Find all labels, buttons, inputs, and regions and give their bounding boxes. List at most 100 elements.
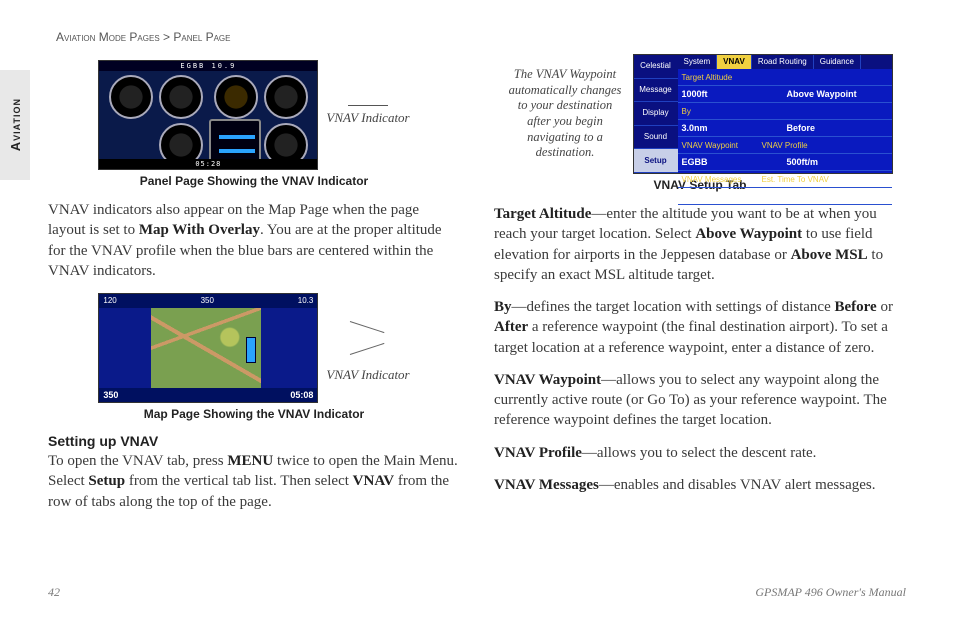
field-value: 04:22 bbox=[787, 188, 892, 204]
ete-dest-value: 05:08 bbox=[290, 388, 313, 402]
map-with-overlay-term: Map With Overlay bbox=[139, 222, 260, 238]
term: VNAV Profile bbox=[494, 445, 582, 461]
table-row: On04:22 bbox=[678, 188, 892, 205]
left-column: EGBB 10.9 05:28 VNAV Indicator Panel Pag… bbox=[48, 54, 460, 524]
leader-lines-icon bbox=[350, 313, 386, 363]
field-value: EGBB bbox=[678, 154, 787, 170]
term: Target Altitude bbox=[494, 206, 591, 222]
t: —enables and disables VNAV alert message… bbox=[599, 477, 876, 493]
menu-key-term: MENU bbox=[227, 453, 273, 469]
vnav-setup-screenshot: Celestial Message Display Sound Setup Sy… bbox=[633, 54, 893, 174]
field-label: VNAV Profile bbox=[758, 137, 838, 153]
side-tab-item: Sound bbox=[634, 126, 678, 150]
manual-page: Aviation Aviation Mode Pages > Panel Pag… bbox=[0, 0, 954, 618]
airspeed-gauge-icon bbox=[109, 75, 153, 119]
field-label: VNAV Messages bbox=[678, 171, 758, 187]
table-row: VNAV MessagesEst. Time To VNAV bbox=[678, 171, 892, 188]
def-target-altitude: Target Altitude—enter the altitude you w… bbox=[494, 204, 906, 285]
right-column: The VNAV Waypoint automatically changes … bbox=[494, 54, 906, 524]
term: Before bbox=[835, 299, 877, 315]
top-tab-item: Road Routing bbox=[752, 55, 814, 69]
def-vnav-profile: VNAV Profile—allows you to select the de… bbox=[494, 443, 906, 463]
map-page-screenshot: 120 350 10.3 350 05:08 bbox=[98, 293, 318, 403]
field-label: By bbox=[678, 103, 758, 119]
field-value: 1000ft bbox=[678, 86, 787, 102]
field-value: 500ft/m bbox=[787, 154, 892, 170]
setup-top-tabs: System VNAV Road Routing Guidance bbox=[678, 55, 892, 69]
dist-next-value: 10.3 bbox=[298, 294, 314, 308]
t: a reference waypoint (the final destinat… bbox=[494, 319, 888, 355]
field-label: VNAV Waypoint bbox=[678, 137, 758, 153]
top-tab-item: System bbox=[678, 55, 718, 69]
field-value: Before bbox=[787, 120, 892, 136]
panel-bottom-time: 05:28 bbox=[99, 159, 317, 169]
map-left-strip bbox=[99, 294, 151, 402]
speed-value: 120 bbox=[103, 294, 116, 308]
figure-panel-page: EGBB 10.9 05:28 VNAV Indicator bbox=[48, 60, 460, 170]
panel-page-screenshot: EGBB 10.9 05:28 bbox=[98, 60, 318, 170]
table-row: VNAV WaypointVNAV Profile bbox=[678, 137, 892, 154]
field-label: Est. Time To VNAV bbox=[758, 171, 838, 187]
section-side-tab: Aviation bbox=[0, 70, 30, 180]
breadcrumb: Aviation Mode Pages > Panel Page bbox=[48, 30, 906, 44]
map-right-strip bbox=[261, 294, 317, 402]
figure-map-caption: Map Page Showing the VNAV Indicator bbox=[48, 407, 460, 421]
manual-title: GPSMAP 496 Owner's Manual bbox=[755, 585, 906, 600]
def-vnav-waypoint: VNAV Waypoint—allows you to select any w… bbox=[494, 370, 906, 431]
figure-map-page: 120 350 10.3 350 05:08 VNAV Indicator bbox=[48, 293, 460, 403]
term: VNAV Waypoint bbox=[494, 372, 601, 388]
field-value: Above Waypoint bbox=[787, 86, 892, 102]
paragraph-overlay: VNAV indicators also appear on the Map P… bbox=[48, 200, 460, 281]
t: or bbox=[877, 299, 893, 315]
table-row: 1000ftAbove Waypoint bbox=[678, 86, 892, 103]
panel-topbar: EGBB 10.9 bbox=[99, 61, 317, 71]
setup-fields-grid: Target Altitude 1000ftAbove Waypoint By … bbox=[678, 69, 892, 173]
map-top-fields: 120 350 10.3 bbox=[99, 294, 317, 308]
t: To open the VNAV tab, press bbox=[48, 453, 227, 469]
page-footer: 42 GPSMAP 496 Owner's Manual bbox=[48, 585, 906, 600]
setup-term: Setup bbox=[88, 473, 125, 489]
def-by: By—defines the target location with sett… bbox=[494, 297, 906, 358]
callout-leader: VNAV Indicator bbox=[326, 105, 409, 126]
side-tab-item-selected: Setup bbox=[634, 149, 678, 173]
figure-vnav-setup: The VNAV Waypoint automatically changes … bbox=[494, 54, 906, 174]
altimeter-gauge-icon bbox=[214, 75, 258, 119]
table-row: EGBB500ft/m bbox=[678, 154, 892, 171]
leader-line-icon bbox=[348, 105, 388, 106]
track-value: 350 bbox=[201, 294, 214, 308]
callout-leader: VNAV Indicator bbox=[326, 313, 409, 383]
breadcrumb-b: Panel Page bbox=[173, 30, 230, 44]
def-vnav-messages: VNAV Messages—enables and disables VNAV … bbox=[494, 475, 906, 495]
setup-side-tabs: Celestial Message Display Sound Setup bbox=[634, 55, 678, 173]
top-tab-item-selected: VNAV bbox=[717, 55, 752, 69]
breadcrumb-sep: > bbox=[163, 30, 170, 44]
section-side-tab-label: Aviation bbox=[8, 98, 23, 151]
term: Above MSL bbox=[791, 247, 868, 263]
page-number: 42 bbox=[48, 585, 60, 600]
vnav-waypoint-note: The VNAV Waypoint automatically changes … bbox=[508, 67, 623, 161]
top-tab-item: Guidance bbox=[814, 55, 861, 69]
paragraph-setup-instructions: To open the VNAV tab, press MENU twice t… bbox=[48, 451, 460, 512]
figure-panel-caption: Panel Page Showing the VNAV Indicator bbox=[48, 174, 460, 188]
table-row: 3.0nmBefore bbox=[678, 120, 892, 137]
t: —allows you to select the descent rate. bbox=[582, 445, 817, 461]
breadcrumb-a: Aviation Mode Pages bbox=[56, 30, 160, 44]
vnav-term: VNAV bbox=[353, 473, 394, 489]
table-row: By bbox=[678, 103, 892, 120]
t: —defines the target location with settin… bbox=[512, 299, 835, 315]
vsi-gauge-icon bbox=[264, 75, 308, 119]
side-tab-item: Celestial bbox=[634, 55, 678, 79]
side-tab-item: Display bbox=[634, 102, 678, 126]
section-heading-setting-up-vnav: Setting up VNAV bbox=[48, 433, 460, 449]
term: After bbox=[494, 319, 528, 335]
field-label: Target Altitude bbox=[678, 69, 758, 85]
term: By bbox=[494, 299, 512, 315]
term: Above Waypoint bbox=[695, 226, 802, 242]
attitude-gauge-icon bbox=[159, 75, 203, 119]
field-value: 3.0nm bbox=[678, 120, 787, 136]
map-bottom-fields: 350 05:08 bbox=[99, 388, 317, 402]
panel-callout: VNAV Indicator bbox=[326, 110, 409, 126]
map-vnav-indicator-icon bbox=[247, 338, 255, 362]
side-tab-item: Message bbox=[634, 79, 678, 103]
term: VNAV Messages bbox=[494, 477, 599, 493]
